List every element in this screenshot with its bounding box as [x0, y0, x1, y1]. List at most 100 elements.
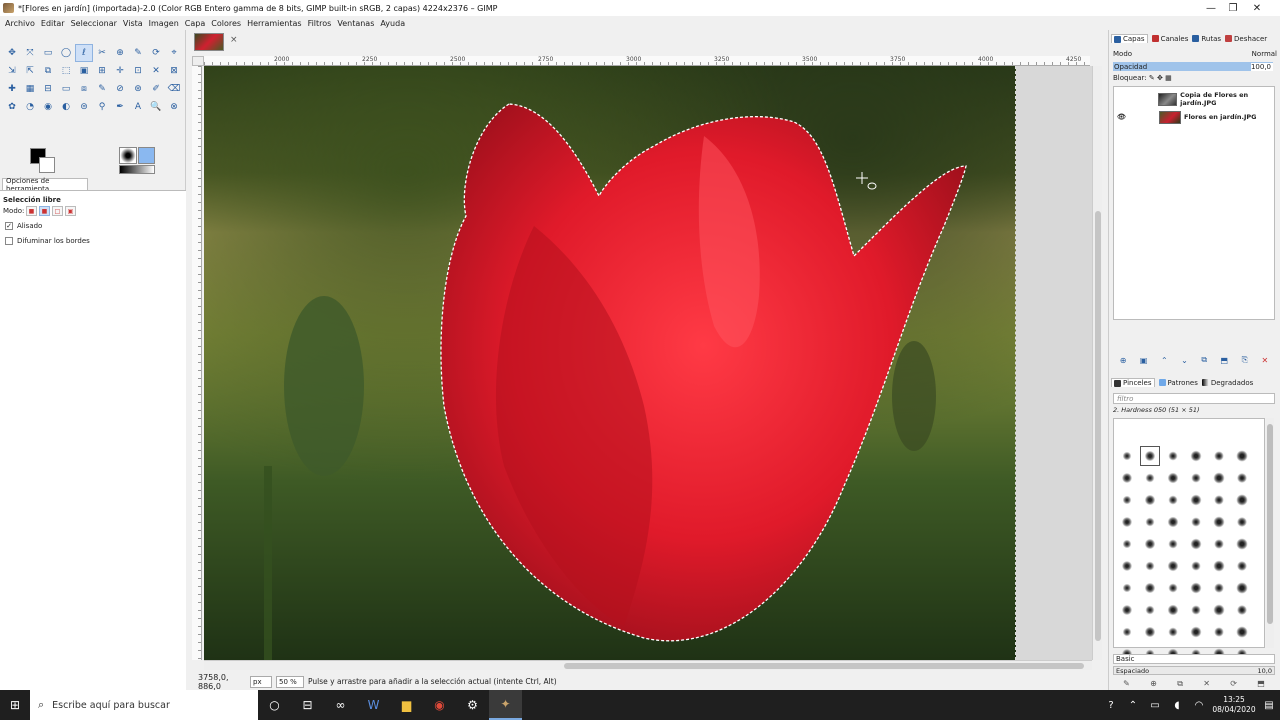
- spacing-value[interactable]: 10,0: [1258, 667, 1274, 675]
- tab-pinceles[interactable]: Pinceles: [1111, 378, 1155, 387]
- menu-capa[interactable]: Capa: [185, 19, 205, 28]
- menu-vista[interactable]: Vista: [123, 19, 143, 28]
- tab-rutas[interactable]: Rutas: [1192, 35, 1221, 43]
- brush-swatch[interactable]: [1141, 579, 1159, 597]
- tool-button[interactable]: ⊕: [111, 44, 129, 62]
- cortana-icon[interactable]: ○: [258, 690, 291, 720]
- tool-button[interactable]: ✿: [3, 98, 21, 116]
- brush-swatch[interactable]: [1164, 535, 1182, 553]
- tool-button[interactable]: ✛: [111, 62, 129, 80]
- tool-button[interactable]: ✎: [129, 44, 147, 62]
- brush-swatch[interactable]: [1187, 623, 1205, 641]
- lower-layer-icon[interactable]: ⌄: [1181, 356, 1188, 365]
- tool-button[interactable]: ℓ: [75, 44, 93, 62]
- brush-swatch[interactable]: [1187, 469, 1205, 487]
- brush-swatch[interactable]: [1164, 469, 1182, 487]
- tool-button[interactable]: ⊞: [93, 62, 111, 80]
- brush-swatch[interactable]: [1141, 469, 1159, 487]
- app-infinity-icon[interactable]: ∞: [324, 690, 357, 720]
- menu-ventanas[interactable]: Ventanas: [337, 19, 374, 28]
- brush-swatch[interactable]: [1210, 469, 1228, 487]
- active-brush-preview[interactable]: [119, 147, 137, 164]
- tool-button[interactable]: ✕: [147, 62, 165, 80]
- brush-filter-input[interactable]: filtro: [1113, 393, 1275, 404]
- tool-button[interactable]: ▭: [39, 44, 57, 62]
- brush-swatch[interactable]: [1118, 447, 1136, 465]
- tool-button[interactable]: ⚲: [93, 98, 111, 116]
- mode-subtract-button[interactable]: □: [52, 206, 63, 216]
- brush-swatch[interactable]: [1141, 623, 1159, 641]
- brush-swatch[interactable]: [1187, 447, 1205, 465]
- unit-select[interactable]: px: [250, 675, 272, 688]
- delete-layer-icon[interactable]: ✕: [1261, 356, 1268, 365]
- close-button[interactable]: ✕: [1234, 0, 1280, 16]
- tool-button[interactable]: ◐: [57, 98, 75, 116]
- menu-archivo[interactable]: Archivo: [5, 19, 35, 28]
- tool-button[interactable]: 🔍: [147, 98, 165, 116]
- new-layer-group-icon[interactable]: ▣: [1140, 356, 1148, 365]
- brush-swatch[interactable]: [1233, 579, 1251, 597]
- brush-swatch[interactable]: [1233, 513, 1251, 531]
- tool-button[interactable]: ⊘: [111, 80, 129, 98]
- tab-patrones[interactable]: Patrones: [1158, 379, 1198, 387]
- volume-icon[interactable]: ◖: [1166, 700, 1188, 711]
- menu-editar[interactable]: Editar: [41, 19, 65, 28]
- brush-swatch[interactable]: [1187, 579, 1205, 597]
- horizontal-scrollbar[interactable]: [204, 660, 1092, 670]
- tool-button[interactable]: ⊛: [129, 80, 147, 98]
- brush-swatch[interactable]: [1233, 623, 1251, 641]
- tool-button[interactable]: ✎: [93, 80, 111, 98]
- image-tab-thumbnail[interactable]: [194, 33, 224, 51]
- tool-button[interactable]: ⬚: [57, 62, 75, 80]
- tool-button[interactable]: ⊡: [129, 62, 147, 80]
- raise-layer-icon[interactable]: ⌃: [1161, 356, 1168, 365]
- tool-button[interactable]: ⊠: [165, 62, 183, 80]
- menu-imagen[interactable]: Imagen: [149, 19, 179, 28]
- brush-swatch[interactable]: [1118, 557, 1136, 575]
- brush-grid[interactable]: [1113, 418, 1265, 663]
- chrome-icon[interactable]: ◉: [423, 690, 456, 720]
- delete-brush-icon[interactable]: ✕: [1203, 679, 1210, 688]
- tool-button[interactable]: ▦: [21, 80, 39, 98]
- brush-swatch[interactable]: [1233, 535, 1251, 553]
- settings-app-icon[interactable]: ⚙: [456, 690, 489, 720]
- notifications-icon[interactable]: ▤: [1258, 700, 1280, 711]
- lock-alpha-icon[interactable]: ▦: [1165, 74, 1172, 82]
- edit-brush-icon[interactable]: ✎: [1123, 679, 1130, 688]
- brush-swatch[interactable]: [1210, 491, 1228, 509]
- brush-swatch[interactable]: [1141, 491, 1159, 509]
- gimp-taskbar-icon[interactable]: ✦: [489, 690, 522, 720]
- brush-swatch[interactable]: [1164, 601, 1182, 619]
- tool-button[interactable]: ✥: [3, 44, 21, 62]
- vertical-scroll-thumb[interactable]: [1095, 211, 1101, 641]
- brush-swatch[interactable]: [1187, 535, 1205, 553]
- brush-scrollbar[interactable]: [1266, 418, 1274, 648]
- brush-swatch[interactable]: [1210, 601, 1228, 619]
- brush-swatch[interactable]: [1118, 535, 1136, 553]
- brush-swatch[interactable]: [1187, 557, 1205, 575]
- tab-tool-options[interactable]: Opciones de herramienta: [2, 177, 88, 193]
- menu-filtros[interactable]: Filtros: [308, 19, 332, 28]
- brush-swatch[interactable]: [1164, 491, 1182, 509]
- brush-swatch[interactable]: [1164, 447, 1182, 465]
- tool-button[interactable]: ⊟: [39, 80, 57, 98]
- tool-button[interactable]: ✒: [111, 98, 129, 116]
- network-icon[interactable]: ▭: [1144, 700, 1166, 711]
- brush-swatch[interactable]: [1118, 513, 1136, 531]
- tab-degradados[interactable]: Degradados: [1201, 379, 1253, 387]
- menu-herramientas[interactable]: Herramientas: [247, 19, 302, 28]
- image-canvas[interactable]: [204, 66, 1092, 660]
- duplicate-brush-icon[interactable]: ⧉: [1177, 679, 1183, 689]
- antialias-checkbox[interactable]: ✓ Alisado: [5, 222, 42, 230]
- brush-swatch[interactable]: [1187, 513, 1205, 531]
- tray-chevron-icon[interactable]: ⌃: [1122, 700, 1144, 711]
- tool-button[interactable]: ◉: [39, 98, 57, 116]
- word-icon[interactable]: W: [357, 690, 390, 720]
- brush-swatch[interactable]: [1141, 535, 1159, 553]
- brush-swatch[interactable]: [1210, 579, 1228, 597]
- brush-swatch[interactable]: [1141, 557, 1159, 575]
- tool-button[interactable]: ⊜: [75, 98, 93, 116]
- file-explorer-icon[interactable]: ▆: [390, 690, 423, 720]
- eye-icon[interactable]: 👁: [1117, 113, 1129, 121]
- tool-button[interactable]: ⊗: [165, 98, 183, 116]
